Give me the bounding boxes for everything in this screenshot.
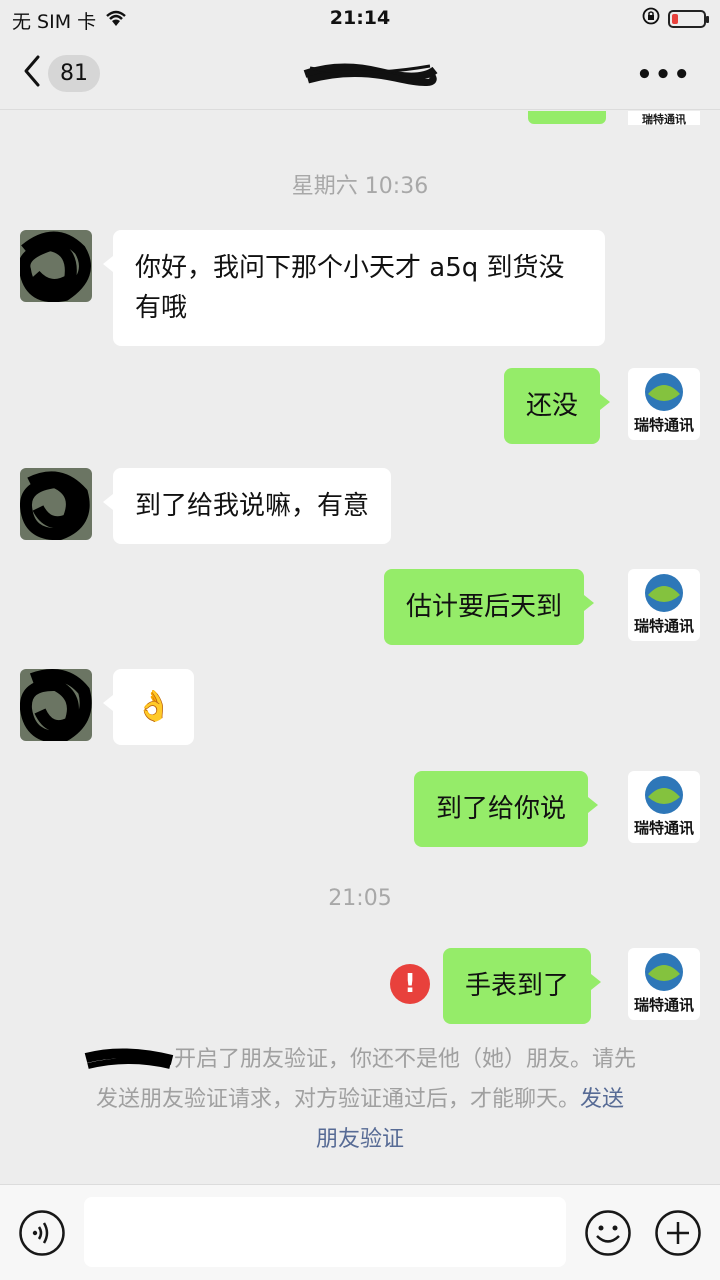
back-chevron-icon xyxy=(22,54,42,92)
friend-verification-notice: 开启了朋友验证，你还不是他（她）朋友。请先 发送朋友验证请求，对方验证通过后，才… xyxy=(60,1040,660,1160)
emoji-icon[interactable] xyxy=(584,1209,632,1261)
time-divider: 星期六 10:36 xyxy=(291,174,429,199)
status-right xyxy=(642,7,709,30)
self-avatar[interactable]: 瑞特通讯 xyxy=(628,569,700,641)
chat-header: 81 ••• xyxy=(0,40,720,110)
message-bubble-incoming[interactable]: 👌 xyxy=(102,669,195,745)
contact-avatar[interactable] xyxy=(20,669,92,741)
self-avatar[interactable]: 瑞特通讯 xyxy=(628,948,700,1020)
input-bar xyxy=(0,1184,720,1280)
chat-title-redacted xyxy=(300,60,440,88)
message-bubble-incoming[interactable]: 到了给我说嘛，有意 xyxy=(102,468,392,544)
redacted-name xyxy=(84,1046,174,1074)
notice-line-1: 开启了朋友验证，你还不是他（她）朋友。请先 xyxy=(60,1040,660,1080)
message-input[interactable] xyxy=(84,1197,566,1267)
voice-icon[interactable] xyxy=(18,1209,66,1261)
plus-icon[interactable] xyxy=(654,1209,702,1261)
contact-avatar[interactable] xyxy=(20,230,92,302)
back-button[interactable]: 81 xyxy=(22,54,100,92)
notice-line-2: 发送朋友验证请求，对方验证通过后，才能聊天。发送 xyxy=(95,1087,625,1112)
message-bubble-outgoing[interactable]: 手表到了 xyxy=(443,948,602,1024)
clock: 21:14 xyxy=(329,7,391,29)
orientation-lock-icon xyxy=(642,7,660,30)
contact-avatar[interactable] xyxy=(20,468,92,540)
message-bubble-outgoing[interactable]: 估计要后天到 xyxy=(384,569,595,645)
self-avatar[interactable]: 瑞特通讯 xyxy=(628,771,700,843)
time-divider: 21:05 xyxy=(328,886,392,911)
send-verification-link[interactable]: 发送 xyxy=(580,1087,624,1112)
unread-badge: 81 xyxy=(48,54,100,92)
partial-avatar: 瑞特通讯 xyxy=(628,111,700,125)
send-verification-link[interactable]: 朋友验证 xyxy=(60,1120,660,1160)
message-bubble-incoming[interactable]: 你好，我问下那个小天才 a5q 到货没有哦 xyxy=(103,230,605,346)
error-icon[interactable]: ! xyxy=(390,964,430,1004)
status-bar: 无 SIM 卡 21:14 xyxy=(0,0,720,40)
message-bubble-outgoing[interactable]: 还没 xyxy=(504,368,611,444)
partial-bubble xyxy=(528,111,606,124)
message-bubble-outgoing[interactable]: 到了给你说 xyxy=(414,771,599,847)
self-avatar[interactable]: 瑞特通讯 xyxy=(628,368,700,440)
battery-icon xyxy=(668,9,709,28)
more-icon[interactable]: ••• xyxy=(636,60,692,90)
